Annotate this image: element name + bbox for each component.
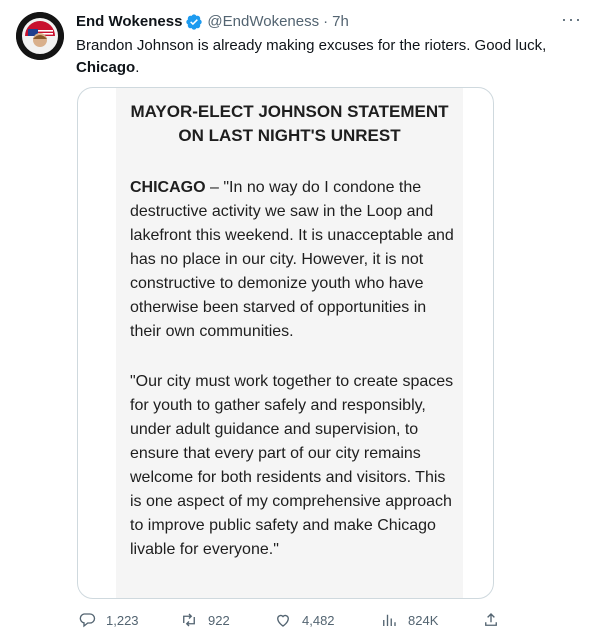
statement-title-line2: ON LAST NIGHT'S UNREST [178, 126, 401, 145]
separator-dot: · [323, 13, 329, 30]
author-name[interactable]: End Wokeness [76, 12, 182, 32]
views-icon [383, 614, 396, 626]
tweet-text-start: Brandon Johnson is already making excuse… [76, 37, 547, 54]
reply-icon [79, 613, 96, 628]
retweet-count: 922 [208, 612, 230, 628]
heart-icon [277, 614, 289, 627]
views-count: 824K [408, 612, 439, 628]
statement-paragraph-1: CHICAGO – "In no way do I condone the de… [130, 176, 457, 344]
reply-count: 1,223 [106, 612, 139, 628]
paragraph-1-text: – "In no way do I condone the destructiv… [130, 179, 454, 340]
retweet-icon [183, 613, 195, 627]
views-button[interactable]: 824K [380, 608, 438, 632]
timestamp[interactable]: 7h [332, 12, 349, 32]
like-count: 4,482 [302, 612, 335, 628]
action-bar: 1,223 922 4,482 824K [76, 608, 516, 632]
statement-paragraph-2: "Our city must work together to create s… [130, 373, 454, 558]
more-options-icon[interactable]: ··· [561, 9, 582, 30]
share-button[interactable] [482, 608, 510, 632]
avatar[interactable] [16, 12, 64, 60]
like-button[interactable]: 4,482 [274, 608, 335, 632]
tweet-text-end: . [135, 59, 140, 76]
verified-badge-icon [186, 14, 203, 30]
statement-title-line1: MAYOR-ELECT JOHNSON STATEMENT [130, 102, 449, 121]
tweet-text: Brandon Johnson is already making excuse… [76, 35, 576, 79]
avatar-image [16, 12, 64, 60]
tweet-header: End Wokeness @EndWokeness · 7h [76, 12, 582, 32]
tweet-text-bold: Chicago [76, 59, 136, 76]
reply-button[interactable]: 1,223 [78, 608, 139, 632]
author-handle[interactable]: @EndWokeness [207, 12, 319, 32]
share-icon [485, 613, 497, 626]
dateline: CHICAGO [130, 179, 206, 196]
statement-title: MAYOR-ELECT JOHNSON STATEMENT ON LAST NI… [116, 100, 463, 148]
statement-document: MAYOR-ELECT JOHNSON STATEMENT ON LAST NI… [116, 88, 463, 598]
tweet-media-image[interactable]: MAYOR-ELECT JOHNSON STATEMENT ON LAST NI… [77, 87, 494, 599]
retweet-button[interactable]: 922 [180, 608, 230, 632]
